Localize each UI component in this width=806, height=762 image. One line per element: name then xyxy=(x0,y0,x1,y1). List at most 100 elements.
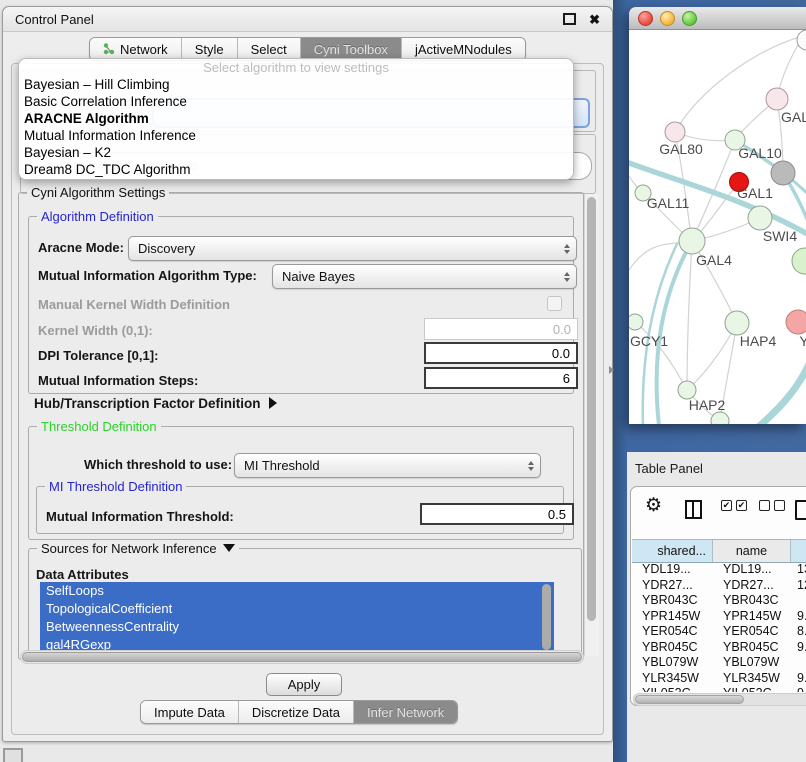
table-row[interactable]: YER054CYER054C8. xyxy=(632,624,806,640)
algorithm-option[interactable]: Basic Correlation Inference xyxy=(19,93,573,110)
which-threshold-value: MI Threshold xyxy=(244,458,320,473)
gear-icon[interactable]: ⚙ xyxy=(645,495,662,517)
table-body: YDL19...YDL19...13YDR27...YDR27...12YBR0… xyxy=(632,562,806,692)
tab-label: Discretize Data xyxy=(252,705,340,720)
minimize-traffic-light-icon[interactable] xyxy=(660,11,675,26)
network-canvas[interactable]: GALGAL80GAL10GAL1SWI4GAL11GAL4GCY1HAP4YH… xyxy=(629,30,806,424)
attribute-item[interactable]: BetweennessCentrality xyxy=(40,618,554,636)
network-node-label: GAL11 xyxy=(647,195,690,211)
table-row[interactable]: YBR045CYBR045C9. xyxy=(632,640,806,656)
network-node-GAL80[interactable] xyxy=(665,122,685,142)
table-cell: 9. xyxy=(791,640,806,656)
table-cell: YBR043C xyxy=(632,593,713,609)
tab-label: Select xyxy=(251,42,287,57)
collapsed-right-icon xyxy=(269,397,277,409)
network-node-GCY1[interactable] xyxy=(629,314,643,330)
algorithm-option[interactable]: Bayesian – Hill Climbing xyxy=(19,76,573,93)
table-cell: YLR345W xyxy=(713,671,791,687)
table-cell xyxy=(791,655,806,671)
sources-group-title[interactable]: Sources for Network Inference xyxy=(37,541,239,556)
mi-threshold-field[interactable]: 0.5 xyxy=(420,503,574,525)
which-threshold-combo[interactable]: MI Threshold xyxy=(234,453,541,478)
algorithm-option[interactable]: Mutual Information Inference xyxy=(19,127,573,144)
column-header-shared[interactable]: shared... xyxy=(632,540,713,562)
algorithm-option[interactable]: ARACNE Algorithm xyxy=(19,110,573,127)
attributes-scrollbar[interactable] xyxy=(542,584,551,650)
apply-button[interactable]: Apply xyxy=(266,673,342,696)
algorithm-definition-title: Algorithm Definition xyxy=(37,209,158,224)
control-panel-titlebar[interactable]: Control Panel ✖ xyxy=(3,7,612,32)
table-panel: ⚙ ✔✔ shared... name YDL19...YDL19...13YD… xyxy=(630,486,806,706)
kernel-width-field[interactable]: 0.0 xyxy=(424,318,578,340)
data-attributes-label: Data Attributes xyxy=(36,567,129,582)
bottom-tabbar: Impute Data Discretize Data Infer Networ… xyxy=(140,700,458,724)
column-header-partial[interactable] xyxy=(791,540,806,562)
table-row[interactable]: YPR145WYPR145W9. xyxy=(632,609,806,625)
settings-horizontal-scrollbar[interactable] xyxy=(20,650,584,664)
network-node-unlabeled[interactable] xyxy=(711,412,729,424)
attribute-item[interactable]: TopologicalCoefficient xyxy=(40,600,554,618)
table-document-icon[interactable] xyxy=(795,500,806,520)
bottom-left-grip-icon[interactable] xyxy=(3,748,23,762)
zoom-traffic-light-icon[interactable] xyxy=(682,11,697,26)
close-icon[interactable]: ✖ xyxy=(589,13,600,26)
network-node-GAL1[interactable] xyxy=(748,206,772,230)
tab-select[interactable]: Select xyxy=(238,38,301,60)
algorithm-option[interactable]: Dream8 DC_TDC Algorithm xyxy=(19,161,573,178)
table-cell: YER054C xyxy=(632,624,713,640)
tab-impute-data[interactable]: Impute Data xyxy=(141,701,239,723)
mi-threshold-definition-title: MI Threshold Definition xyxy=(45,479,186,494)
network-node-GAL[interactable] xyxy=(766,88,788,110)
network-node-HAP4[interactable] xyxy=(725,311,749,335)
algorithm-list: Bayesian – Hill ClimbingBasic Correlatio… xyxy=(19,76,573,178)
float-window-icon[interactable] xyxy=(563,13,576,25)
algorithm-option[interactable]: Bayesian – K2 xyxy=(19,144,573,161)
table-cell: YER054C xyxy=(713,624,791,640)
data-attributes-list: SelfLoopsTopologicalCoefficientBetweenne… xyxy=(40,582,554,655)
columns-icon[interactable] xyxy=(685,500,702,519)
table-row[interactable]: YDR27...YDR27...12 xyxy=(632,578,806,594)
table-row[interactable]: YBR043CYBR043C xyxy=(632,593,806,609)
dpi-tolerance-label: DPI Tolerance [0,1]: xyxy=(38,348,158,363)
settings-vertical-scrollbar[interactable] xyxy=(584,194,599,656)
mi-steps-field[interactable]: 6 xyxy=(424,367,578,389)
table-cell: 13 xyxy=(791,562,806,578)
network-node-unlabeled[interactable] xyxy=(797,30,806,50)
mi-type-combo[interactable]: Naive Bayes xyxy=(272,264,577,289)
tab-network[interactable]: Network xyxy=(90,38,182,60)
hub-definition-toggle[interactable]: Hub/Transcription Factor Definition xyxy=(34,396,277,411)
network-node-unlabeled[interactable] xyxy=(771,161,795,185)
table-horizontal-scrollbar[interactable] xyxy=(633,693,806,706)
network-node-label: HAP2 xyxy=(689,397,726,413)
table-row[interactable]: YBL079WYBL079W xyxy=(632,655,806,671)
table-row[interactable]: YDL19...YDL19...13 xyxy=(632,562,806,578)
dpi-tolerance-field[interactable]: 0.0 xyxy=(424,342,578,364)
manual-kernel-checkbox[interactable] xyxy=(547,296,562,311)
column-header-name[interactable]: name xyxy=(713,540,791,562)
table-cell: YPR145W xyxy=(632,609,713,625)
network-node-label: GAL80 xyxy=(659,141,703,157)
table-header: shared... name xyxy=(632,539,806,563)
settings-group-title: Cyni Algorithm Settings xyxy=(27,185,169,200)
tab-label: Network xyxy=(120,42,168,57)
select-all-columns-icon[interactable]: ✔✔ xyxy=(721,500,747,511)
close-traffic-light-icon[interactable] xyxy=(638,11,653,26)
tab-label: Infer Network xyxy=(367,705,444,720)
network-node-Y[interactable] xyxy=(786,310,806,334)
network-node-label: GAL xyxy=(781,109,806,125)
table-row[interactable]: YLR345WYLR345W9. xyxy=(632,671,806,687)
tab-style[interactable]: Style xyxy=(182,38,238,60)
attribute-item[interactable]: SelfLoops xyxy=(40,582,554,600)
tab-discretize-data[interactable]: Discretize Data xyxy=(239,701,354,723)
tab-jactivemnodules[interactable]: jActiveMNodules xyxy=(402,38,525,60)
network-node-SWI4[interactable] xyxy=(792,248,806,274)
deselect-all-columns-icon[interactable] xyxy=(759,500,785,511)
aracne-mode-combo[interactable]: Discovery xyxy=(128,236,577,261)
network-node-GAL4[interactable] xyxy=(679,228,705,254)
tab-infer-network[interactable]: Infer Network xyxy=(354,701,457,723)
table-cell: 9. xyxy=(791,671,806,687)
network-window-titlebar[interactable] xyxy=(629,7,806,30)
table-row[interactable]: YIL052CYIL052C9 xyxy=(632,686,806,692)
combo-spinner-icon xyxy=(528,461,534,471)
tab-cyni-toolbox[interactable]: Cyni Toolbox xyxy=(301,38,402,60)
